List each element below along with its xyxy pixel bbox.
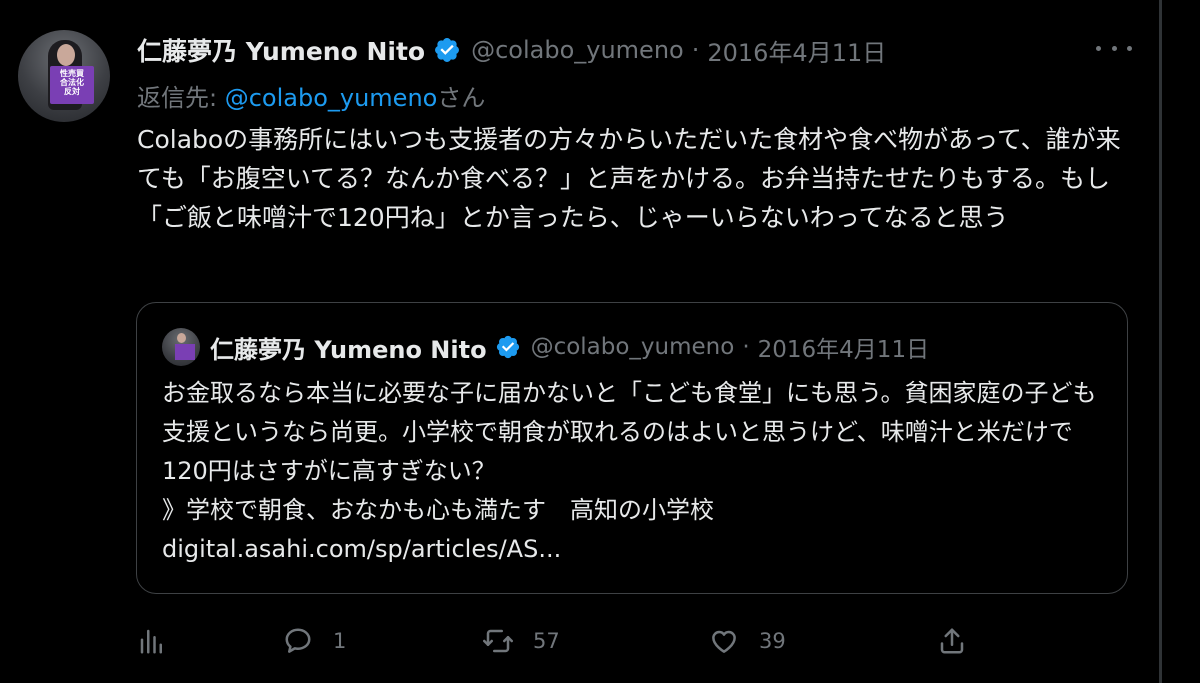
reply-button[interactable]: 1 (283, 620, 346, 662)
quoted-avatar-sign (175, 344, 195, 360)
reply-icon (285, 628, 311, 653)
quoted-avatar (162, 328, 200, 366)
quoted-text-block: お金取るなら本当に必要な子に届かないと「こども食堂」にも思う。貧困家庭の子ども支… (162, 374, 1112, 569)
avatar[interactable]: 性売買 合法化 反対 (18, 30, 110, 122)
retweet-icon (483, 629, 513, 653)
more-dot (1096, 45, 1101, 51)
like-button[interactable]: 39 (709, 620, 786, 662)
quoted-author-name: 仁藤夢乃 Yumeno Nito (210, 335, 487, 364)
verified-badge-icon (496, 335, 519, 359)
quoted-avatar-face (177, 333, 186, 343)
like-icon (712, 630, 736, 653)
reply-prefix: 返信先: (137, 84, 225, 112)
reply-mention-link[interactable]: @colabo_yumeno (225, 84, 438, 112)
separator-dot: · (691, 36, 700, 64)
more-options-icon[interactable] (1096, 36, 1132, 60)
quoted-author-handle: @colabo_yumeno (530, 334, 735, 360)
tweet-text: Colaboの事務所にはいつも支援者の方々からいただいた食材や食べ物があって、誰… (137, 125, 1121, 232)
tweet-actions: 1 57 39 (137, 620, 967, 662)
analytics-icon (140, 629, 162, 654)
quoted-date: 2016年4月11日 (757, 337, 930, 363)
tweet-header: 仁藤夢乃 Yumeno Nito @colabo_yumeno · 2016年4… (137, 30, 886, 70)
share-button[interactable] (937, 620, 967, 662)
tweet[interactable]: 性売買 合法化 反対 仁藤夢乃 Yumeno Nito @colabo_yume… (0, 0, 1159, 683)
quoted-header: 仁藤夢乃 Yumeno Nito @colabo_yumeno · 2016年4… (210, 328, 929, 366)
timeline-divider (1159, 0, 1162, 683)
analytics-button[interactable] (137, 620, 167, 662)
avatar-sign-line: 性売買 (60, 69, 84, 78)
avatar-face (57, 44, 75, 66)
quoted-text: お金取るなら本当に必要な子に届かないと「こども食堂」にも思う。貧困家庭の子ども支… (162, 379, 1097, 485)
tweet-date[interactable]: 2016年4月11日 (707, 33, 886, 68)
share-icon (940, 628, 964, 654)
avatar-sign-line: 合法化 (60, 78, 84, 87)
quoted-link-url[interactable]: digital.asahi.com/sp/articles/AS... (162, 535, 561, 563)
verified-badge-icon[interactable] (433, 36, 461, 64)
quoted-link-title: 》学校で朝食、おなかも心も満たす 高知の小学校 (162, 496, 714, 524)
quoted-tweet[interactable]: 仁藤夢乃 Yumeno Nito @colabo_yumeno · 2016年4… (136, 302, 1128, 594)
like-count: 39 (759, 629, 786, 653)
reply-to-line: 返信先: @colabo_yumenoさん (137, 78, 485, 113)
author-name[interactable]: 仁藤夢乃 Yumeno Nito (137, 32, 425, 68)
retweet-button[interactable]: 57 (483, 620, 560, 662)
more-dot (1111, 45, 1117, 51)
separator-dot: · (742, 334, 750, 360)
retweet-count: 57 (533, 629, 560, 653)
avatar-sign: 性売買 合法化 反対 (50, 66, 94, 104)
author-handle[interactable]: @colabo_yumeno (471, 36, 684, 64)
reply-suffix: さん (437, 84, 486, 112)
more-dot (1127, 45, 1132, 51)
avatar-sign-line: 反対 (64, 87, 80, 96)
reply-count: 1 (333, 629, 347, 653)
